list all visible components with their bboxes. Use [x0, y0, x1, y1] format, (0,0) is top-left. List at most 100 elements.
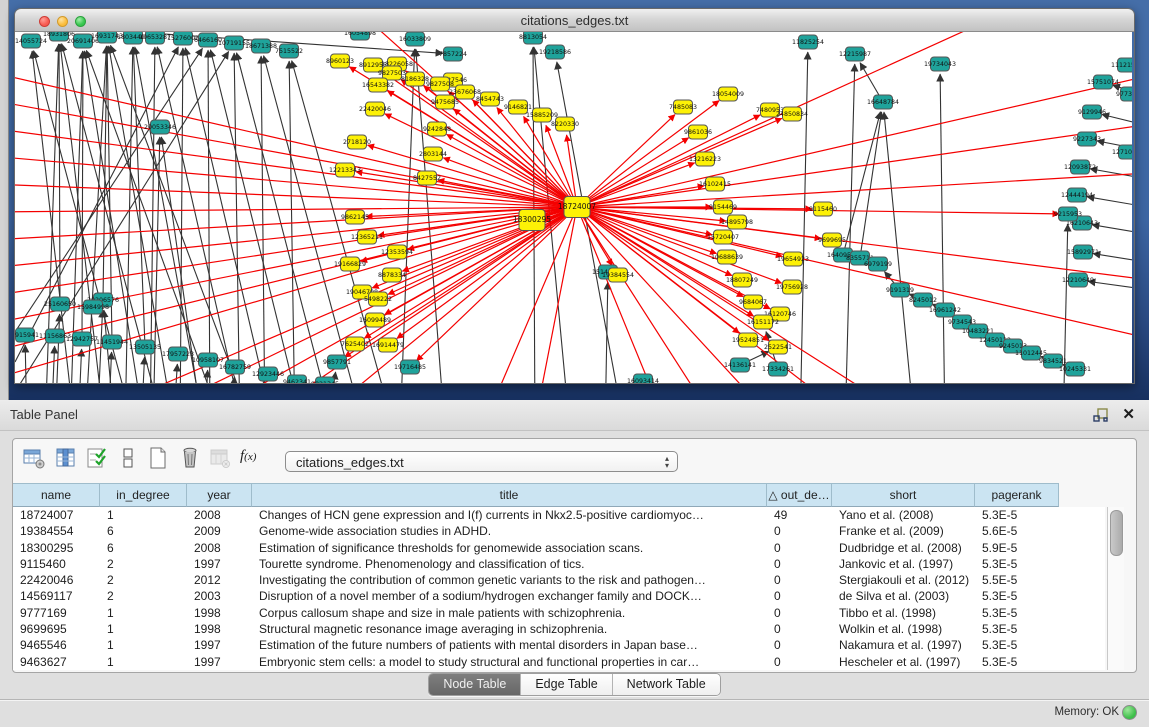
table-row[interactable]: 946554611997Estimation of the future num…	[13, 637, 1105, 653]
table-cell: 1997	[187, 637, 252, 653]
black-edge	[1088, 281, 1132, 292]
table-cell: 2	[100, 556, 187, 572]
table-cell: 0	[767, 588, 832, 604]
black-edge	[605, 282, 608, 383]
graph-node-label: 9773341	[1116, 91, 1132, 98]
table-cell: 0	[767, 621, 832, 637]
graph-node-label: 9462341	[283, 379, 311, 383]
graph-node-label: 11121504	[1111, 62, 1132, 69]
table-header-row: namein_degreeyeartitle△ out_de…shortpage…	[13, 483, 1059, 507]
graph-node-label: 17957223	[162, 351, 194, 358]
column-header-title[interactable]: title	[252, 483, 767, 507]
table-cell: 22420046	[13, 572, 100, 588]
network-canvas[interactable]: 1405572418931806206914061693174318034408…	[15, 32, 1132, 383]
window-titlebar[interactable]: citations_edges.txt	[15, 9, 1134, 32]
table-row[interactable]: 1830029562008Estimation of significance …	[13, 540, 1105, 556]
table-row[interactable]: 969969511998Structural magnetic resonanc…	[13, 621, 1105, 637]
red-edge	[15, 207, 577, 377]
table-cell: 0	[767, 572, 832, 588]
table-cell: Hescheler et al. (1997)	[832, 654, 975, 670]
graph-node-label: 18300295	[513, 215, 551, 224]
graph-node-label: 19734043	[924, 61, 956, 68]
table-scrollbar[interactable]	[1107, 507, 1124, 670]
column-header-pagerank[interactable]: pagerank	[975, 483, 1059, 507]
graph-node-label: 9475685	[431, 99, 459, 106]
graph-node-label: 8245012	[909, 297, 937, 304]
graph-node-label: 8960123	[326, 58, 354, 65]
row-height-icon[interactable]	[116, 446, 140, 470]
graph-node-label: 10958107	[192, 357, 224, 364]
table-cell: Changes of HCN gene expression and I(f) …	[252, 507, 767, 523]
graph-node-label: 8427552	[413, 175, 441, 182]
table-cell: 5.9E-5	[975, 540, 1059, 556]
graph-node-label: 20053346	[144, 124, 176, 131]
table-cell: Embryonic stem cells: a model to study s…	[252, 654, 767, 670]
column-header-short[interactable]: short	[832, 483, 975, 507]
table-cell: Structural magnetic resonance image aver…	[252, 621, 767, 637]
table-row[interactable]: 1456911722003Disruption of a novel membe…	[13, 588, 1105, 604]
tab-edge-table[interactable]: Edge Table	[521, 674, 612, 695]
column-header-in_degree[interactable]: in_degree	[100, 483, 187, 507]
graph-node-label: 2803144	[419, 151, 447, 158]
table-row[interactable]: 1938455462009Genome-wide association stu…	[13, 523, 1105, 539]
graph-node-label: 9857791	[323, 359, 351, 366]
delete-table-icon[interactable]	[208, 446, 232, 470]
black-edge	[208, 50, 210, 383]
graph-node-label: 15751074	[1087, 79, 1119, 86]
graph-node-label: 16961242	[929, 307, 961, 314]
graph-node-label: 16093414	[627, 378, 659, 383]
graph-node-label: 9146821	[504, 104, 532, 111]
black-edge	[843, 112, 880, 255]
function-builder-icon[interactable]: f(x)	[240, 448, 264, 472]
red-edge	[577, 118, 782, 207]
table-cell: Tibbo et al. (1998)	[832, 605, 975, 621]
table-selector-dropdown[interactable]: citations_edges.txt ▴▾	[285, 451, 678, 472]
table-row[interactable]: 946362711997Embryonic stem cells: a mode…	[13, 654, 1105, 670]
table-cell: 5.6E-5	[975, 523, 1059, 539]
delete-columns-icon[interactable]	[178, 446, 202, 470]
table-cell: 1	[100, 637, 187, 653]
table-cell: 6	[100, 523, 187, 539]
table-cell: 5.3E-5	[975, 556, 1059, 572]
scrollbar-thumb[interactable]	[1110, 510, 1123, 556]
black-edge	[234, 53, 240, 383]
graph-node-label: 9862145	[341, 214, 369, 221]
select-rows-icon[interactable]	[85, 446, 109, 470]
tab-node-table[interactable]: Node Table	[429, 674, 521, 695]
table-cell: 5.3E-5	[975, 588, 1059, 604]
memory-status-icon[interactable]	[1122, 705, 1137, 720]
table-cell: 0	[767, 654, 832, 670]
graph-node-label: 22420046	[359, 106, 391, 113]
graph-node-label: 12444194	[1061, 192, 1093, 199]
graph-node-label: 8220330	[551, 121, 579, 128]
graph-node-label: 3915941	[15, 332, 39, 339]
show-columns-icon[interactable]	[54, 446, 78, 470]
red-edge	[489, 207, 577, 383]
table-row[interactable]: 911546021997Tourette syndrome. Phenomeno…	[13, 556, 1105, 572]
graph-node-label: 15720407	[707, 234, 739, 241]
graph-node-label: 16151172	[747, 319, 779, 326]
table-cell: Investigating the contribution of common…	[252, 572, 767, 588]
table-cell: 1998	[187, 605, 252, 621]
create-column-icon[interactable]	[146, 446, 170, 470]
table-row[interactable]: 1872400712008Changes of HCN gene express…	[13, 507, 1105, 523]
black-edge	[141, 357, 145, 383]
network-view-window: citations_edges.txt 14055724189318062069…	[14, 8, 1135, 384]
column-header-name[interactable]: name	[13, 483, 100, 507]
table-cell: 1997	[187, 556, 252, 572]
table-cell: 0	[767, 556, 832, 572]
table-row[interactable]: 2242004622012Investigating the contribut…	[13, 572, 1105, 588]
column-header-out_de[interactable]: △ out_de…	[767, 483, 832, 507]
table-row[interactable]: 977716911998Corpus callosum shape and si…	[13, 605, 1105, 621]
table-cell: 1	[100, 654, 187, 670]
table-cell: Corpus callosum shape and size in male p…	[252, 605, 767, 621]
float-panel-icon[interactable]	[1093, 407, 1109, 423]
side-panel-edge	[0, 0, 9, 400]
tab-network-table[interactable]: Network Table	[613, 674, 720, 695]
table-mode-icon[interactable]	[22, 446, 46, 470]
graph-node-label: 12093872	[1064, 164, 1096, 171]
close-panel-icon[interactable]: ✕	[1122, 405, 1135, 423]
table-cell: Estimation of the future numbers of pati…	[252, 637, 767, 653]
column-header-year[interactable]: year	[187, 483, 252, 507]
graph-node-label: 12942757	[66, 336, 98, 343]
